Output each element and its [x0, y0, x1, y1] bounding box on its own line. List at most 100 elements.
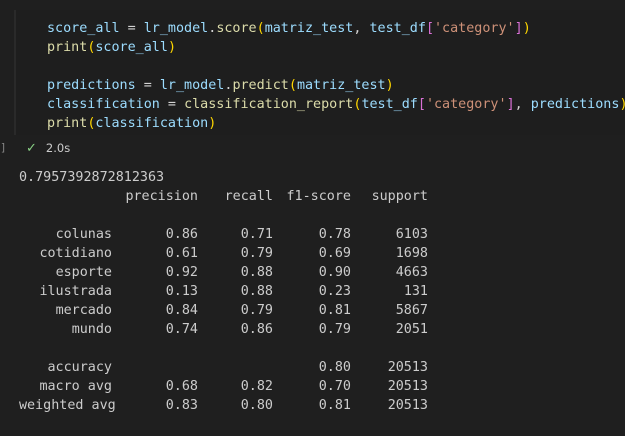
- code-token: lr_model: [159, 78, 225, 93]
- code-token: (: [256, 21, 265, 36]
- row-label: accuracy: [47, 360, 113, 375]
- cell-support: 1698: [395, 246, 428, 261]
- cell-support: 2051: [395, 322, 428, 337]
- header-support: support: [371, 189, 428, 204]
- cell-f1-score: 0.80: [318, 360, 351, 375]
- cell-support: 5867: [395, 303, 428, 318]
- code-line: score_all = lr_model.score(matriz_test, …: [47, 19, 531, 38]
- cell-precision: 0.86: [165, 227, 198, 242]
- code-token: ]: [506, 97, 515, 112]
- code-token: ]: [514, 21, 523, 36]
- code-line: predictions = lr_model.predict(matriz_te…: [47, 76, 394, 95]
- code-line: print(classification): [47, 114, 216, 133]
- report-row: macro avg 0.68 0.82 0.70 20513: [19, 377, 619, 396]
- row-label: ilustrada: [39, 284, 112, 299]
- code-token: ): [522, 21, 531, 36]
- code-editor[interactable]: score_all = lr_model.score(matriz_test, …: [14, 10, 625, 135]
- code-token: ): [619, 97, 625, 112]
- cell-f1-score: 0.23: [318, 284, 351, 299]
- code-token: predictions: [530, 97, 620, 112]
- code-token: =: [159, 97, 185, 112]
- code-token: lr_model: [143, 21, 209, 36]
- code-token: =: [135, 78, 160, 93]
- row-label: weighted avg: [19, 398, 116, 413]
- code-line: print(score_all): [47, 38, 176, 57]
- cell-execution-status: ✓ 2.0s: [26, 140, 70, 156]
- code-token: ): [385, 78, 394, 93]
- code-token: [: [425, 21, 434, 36]
- header-recall: recall: [224, 189, 273, 204]
- cell-recall: 0.79: [240, 303, 273, 318]
- cell-precision: 0.92: [165, 265, 198, 280]
- cell-precision: 0.74: [165, 322, 198, 337]
- row-label: esporte: [55, 265, 112, 280]
- report-row: weighted avg 0.83 0.80 0.81 20513: [19, 396, 619, 415]
- cell-f1-score: 0.70: [318, 379, 351, 394]
- cell-f1-score: 0.81: [318, 303, 351, 318]
- code-token: 'category': [425, 97, 507, 112]
- code-token: predictions: [47, 78, 136, 93]
- cell-support: 6103: [395, 227, 428, 242]
- cell-support: 20513: [387, 398, 428, 413]
- code-token: ): [167, 40, 176, 55]
- score-output: 0.7957392872812363: [19, 170, 165, 185]
- cell-f1-score: 0.79: [318, 322, 351, 337]
- cell-precision: 0.84: [165, 303, 198, 318]
- row-label: cotidiano: [39, 246, 112, 261]
- cell-recall: 0.71: [240, 227, 273, 242]
- row-label: mercado: [55, 303, 112, 318]
- cell-f1-score: 0.78: [318, 227, 351, 242]
- cell-support: 20513: [387, 360, 428, 375]
- row-label: mundo: [71, 322, 112, 337]
- code-token: print: [47, 116, 88, 131]
- cell-precision: 0.13: [165, 284, 198, 299]
- cell-support: 20513: [387, 379, 428, 394]
- cell-precision: 0.61: [165, 246, 198, 261]
- cell-recall: 0.80: [240, 398, 273, 413]
- cell-f1-score: 0.90: [318, 265, 351, 280]
- report-row: mercado 0.84 0.79 0.81 5867: [19, 301, 619, 320]
- code-token: ): [208, 116, 217, 131]
- cell-gutter-marker: ]: [0, 141, 7, 154]
- row-label: colunas: [55, 227, 112, 242]
- code-token: score: [216, 21, 257, 36]
- code-token: ,: [353, 21, 370, 36]
- report-row: mundo 0.74 0.86 0.79 2051: [19, 320, 619, 339]
- cell-f1-score: 0.69: [318, 246, 351, 261]
- cell-recall: 0.88: [240, 265, 273, 280]
- cell-support: 4663: [395, 265, 428, 280]
- code-token: ,: [514, 97, 531, 112]
- cell-recall: 0.79: [240, 246, 273, 261]
- code-token: predict: [232, 78, 289, 93]
- report-header-row: precision recall f1-score support: [19, 187, 619, 206]
- code-token: matriz_test: [296, 78, 386, 93]
- report-row: esporte 0.92 0.88 0.90 4663: [19, 263, 619, 282]
- report-row: accuracy 0.80 20513: [19, 358, 619, 377]
- cell-f1-score: 0.81: [318, 398, 351, 413]
- cell-recall: 0.86: [240, 322, 273, 337]
- cell-precision: 0.68: [165, 379, 198, 394]
- code-token: matriz_test: [264, 21, 354, 36]
- code-token: [: [417, 97, 426, 112]
- report-row: cotidiano 0.61 0.79 0.69 1698: [19, 244, 619, 263]
- code-token: (: [288, 78, 297, 93]
- row-label: macro avg: [39, 379, 112, 394]
- code-token: =: [119, 21, 144, 36]
- report-row: colunas 0.86 0.71 0.78 6103: [19, 225, 619, 244]
- check-icon: ✓: [26, 141, 37, 156]
- code-token: score_all: [95, 40, 168, 55]
- code-token: classification_report: [184, 97, 354, 112]
- code-token: test_df: [361, 97, 418, 112]
- code-token: print: [47, 40, 88, 55]
- code-token: classification: [47, 97, 160, 112]
- cell-output: 0.7957392872812363 precision recall f1-s…: [0, 160, 625, 436]
- header-precision: precision: [125, 189, 198, 204]
- cell-precision: 0.83: [165, 398, 198, 413]
- code-cell[interactable]: ] score_all = lr_model.score(matriz_test…: [0, 0, 625, 161]
- code-line: classification = classification_report(t…: [47, 95, 625, 114]
- report-row: ilustrada 0.13 0.88 0.23 131: [19, 282, 619, 301]
- code-token: score_all: [47, 21, 120, 36]
- header-f1-score: f1-score: [286, 189, 352, 204]
- cell-recall: 0.82: [240, 379, 273, 394]
- cell-recall: 0.88: [240, 284, 273, 299]
